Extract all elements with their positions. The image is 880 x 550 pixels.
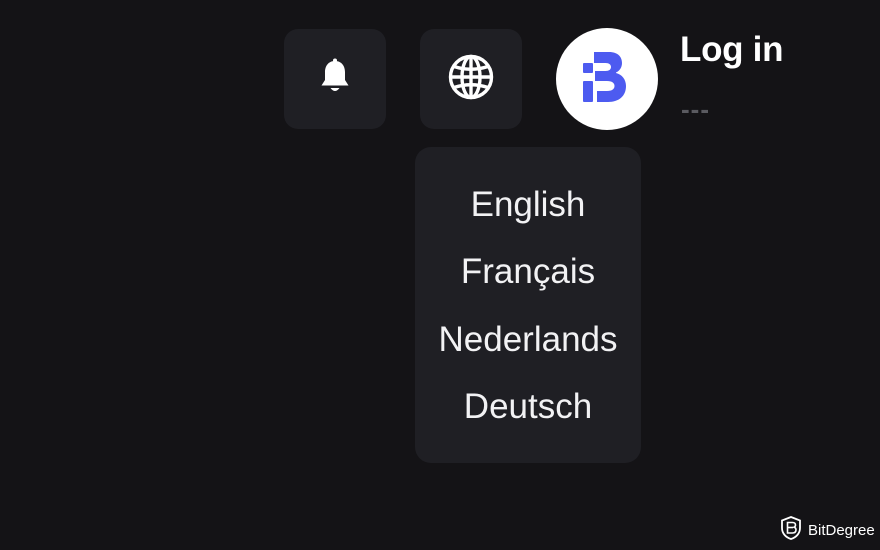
bell-icon (318, 58, 352, 101)
notifications-button[interactable] (284, 29, 386, 129)
bitdegree-watermark-icon (780, 516, 802, 544)
language-option-english[interactable]: English (415, 183, 641, 227)
bitdegree-watermark: BitDegree (780, 516, 875, 544)
globe-icon (447, 53, 495, 106)
login-link[interactable]: Log in (680, 30, 783, 70)
language-option-german[interactable]: Deutsch (415, 385, 641, 429)
language-dropdown: English Français Nederlands Deutsch (415, 147, 641, 463)
language-option-french[interactable]: Français (415, 250, 641, 294)
user-avatar[interactable] (556, 28, 658, 130)
login-subtext: --- (681, 94, 710, 124)
language-button[interactable] (420, 29, 522, 129)
bitdegree-logo (581, 49, 633, 110)
language-option-dutch[interactable]: Nederlands (415, 318, 641, 362)
watermark-text: BitDegree (808, 521, 875, 539)
